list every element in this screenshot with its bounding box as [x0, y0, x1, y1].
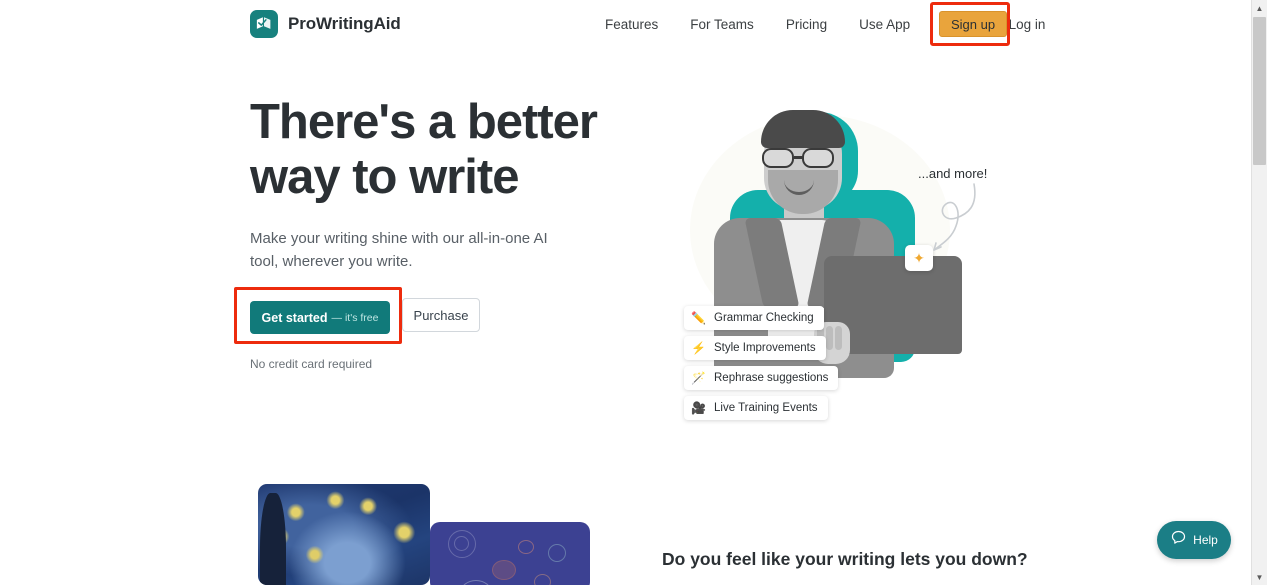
scroll-down-arrow-icon[interactable]: ▼	[1252, 569, 1267, 585]
feature-chip-style-improvements: ⚡ Style Improvements	[684, 336, 826, 360]
section-question-heading: Do you feel like your writing lets you d…	[662, 549, 1028, 569]
page-viewport: ProWritingAid Features For Teams Pricing…	[0, 0, 1251, 585]
chat-bubble-icon	[1170, 529, 1187, 551]
feature-chip-grammar-checking: ✏️ Grammar Checking	[684, 306, 824, 330]
hero-subtitle: Make your writing shine with our all-in-…	[250, 230, 548, 270]
nav-item-for-teams[interactable]: For Teams	[674, 0, 770, 50]
signup-button[interactable]: Sign up	[939, 11, 1007, 37]
video-camera-icon: 🎥	[691, 401, 706, 415]
page-scrollbar[interactable]: ▲ ▼	[1251, 0, 1267, 585]
feature-chip-label: Grammar Checking	[714, 312, 814, 324]
and-more-annotation: ...and more!	[918, 166, 988, 181]
scroll-up-arrow-icon[interactable]: ▲	[1252, 0, 1267, 16]
glasses-icon	[762, 148, 846, 168]
curved-arrow-icon	[933, 183, 976, 251]
feature-chip-live-training-events: 🎥 Live Training Events	[684, 396, 828, 420]
scrollbar-thumb[interactable]	[1253, 17, 1266, 165]
hero-title-line-1: There's a better	[250, 95, 598, 149]
brand-name: ProWritingAid	[288, 14, 401, 33]
nav-item-use-app[interactable]: Use App	[843, 0, 926, 50]
pencil-icon: ✏️	[691, 311, 706, 325]
hero-copy: There's a better way to write Make your …	[250, 95, 650, 273]
brand-logo-link[interactable]: ProWritingAid	[250, 10, 401, 38]
artwork-secondary-card	[430, 522, 590, 585]
feature-chip-rephrase-suggestions: 🪄 Rephrase suggestions	[684, 366, 839, 390]
feature-chip-label: Live Training Events	[714, 402, 818, 414]
site-header: ProWritingAid Features For Teams Pricing…	[0, 0, 1251, 50]
get-started-label: Get started	[261, 310, 328, 325]
hero-illustration: ✏️ Grammar Checking ⚡ Style Improvements…	[660, 90, 1010, 420]
book-check-logo-icon	[250, 10, 278, 38]
hero-title-line-2: way to write	[250, 150, 519, 204]
signup-highlight-box: Sign up	[930, 2, 1010, 46]
cta-highlight-box: Get started — it's free	[234, 287, 402, 344]
get-started-sublabel: — it's free	[331, 311, 379, 324]
help-widget-button[interactable]: Help	[1157, 521, 1231, 559]
no-credit-card-note: No credit card required	[250, 357, 373, 371]
feature-chip-label: Style Improvements	[714, 342, 816, 354]
starry-night-artwork	[258, 484, 430, 585]
get-started-highlight: Get started — it's free	[234, 287, 402, 344]
feature-chip-list: ✏️ Grammar Checking ⚡ Style Improvements…	[684, 306, 884, 426]
magic-wand-icon: 🪄	[691, 371, 706, 385]
page-title: There's a better way to write	[250, 95, 650, 205]
cypress-tree-shape	[260, 493, 286, 585]
nav-item-features[interactable]: Features	[600, 0, 674, 50]
purchase-button[interactable]: Purchase	[402, 298, 480, 332]
feature-chip-label: Rephrase suggestions	[714, 372, 829, 384]
nav-item-pricing[interactable]: Pricing	[770, 0, 843, 50]
get-started-button[interactable]: Get started — it's free	[250, 301, 390, 334]
help-widget-label: Help	[1193, 533, 1218, 547]
lightning-bolt-icon: ⚡	[691, 341, 706, 355]
